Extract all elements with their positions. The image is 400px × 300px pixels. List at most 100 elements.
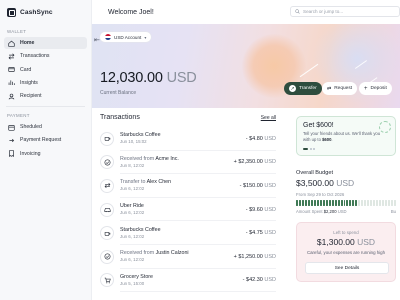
sidebar-item-home[interactable]: Home xyxy=(4,37,87,49)
request-label: Request xyxy=(334,86,353,91)
search-icon xyxy=(295,9,300,14)
transfer-icon: ↗ xyxy=(289,85,296,92)
transaction-name: Acme Inc. xyxy=(155,155,179,162)
transaction-title: Transfer to Alex Chen xyxy=(120,179,240,186)
request-icon xyxy=(8,137,15,144)
us-flag-icon xyxy=(105,34,111,40)
budget-segment-spent xyxy=(310,200,313,206)
welcome-title: Welcome Joel! xyxy=(108,8,154,16)
budget-segment-spent xyxy=(328,200,331,206)
transactions-icon xyxy=(8,53,15,60)
budget-segment-remaining xyxy=(364,200,367,206)
sidebar-item-label: Insights xyxy=(20,79,38,86)
transfer-button[interactable]: ↗ Transfer xyxy=(284,82,322,95)
carousel-dot[interactable] xyxy=(303,148,308,150)
transactions-header: Transactions See all xyxy=(100,114,276,121)
spent-currency: USD xyxy=(337,209,347,214)
transaction-amount-value: - $9.60 xyxy=(245,206,263,213)
transaction-currency: USD xyxy=(264,253,276,260)
budget-segment-spent xyxy=(298,200,301,206)
transaction-currency: USD xyxy=(264,159,276,166)
coffee-icon xyxy=(100,131,114,146)
remaining-label: Bu xyxy=(390,209,396,214)
account-selector[interactable]: USD Account ▾ xyxy=(100,32,152,42)
transaction-name: Starbucks Coffee xyxy=(120,132,161,139)
budget-segment-remaining xyxy=(376,200,379,206)
insights-icon xyxy=(8,79,15,86)
deposit-button[interactable]: + Deposit xyxy=(359,82,392,95)
main-content: Welcome Joel! Search or jump to... USD A… xyxy=(92,0,400,300)
transaction-row[interactable]: Transfer to Alex Chen Jun 6, 12:02- $150.… xyxy=(100,174,276,198)
budget-range: From Sep 29 to Oct 2026 xyxy=(296,192,345,197)
sidebar-item-card[interactable]: Card xyxy=(4,64,87,76)
budget-currency: USD xyxy=(336,178,355,188)
sidebar-item-sheduled[interactable]: Sheduled xyxy=(4,121,87,133)
referral-card[interactable]: Get $600! Tell your friends about us. We… xyxy=(296,116,396,156)
budget-segment-remaining xyxy=(388,200,390,206)
sidebar-item-transactions[interactable]: Transactions xyxy=(4,50,87,62)
sidebar-nav: WALLET Home Transactions Card Insights Recipi… xyxy=(4,23,87,160)
budget-segment-spent xyxy=(343,200,346,206)
account-label: USD Account xyxy=(114,34,142,40)
transaction-row[interactable]: Starbucks Coffee Jun 10, 15:02- $4.80 USD xyxy=(100,127,276,151)
transaction-info: Starbucks Coffee Jun 10, 15:02 xyxy=(120,132,246,145)
transaction-amount-value: - $4.75 xyxy=(245,230,263,237)
request-icon: ⇄ xyxy=(327,85,332,92)
budget-segment-remaining xyxy=(393,200,396,206)
budget-progress-bar xyxy=(296,200,396,206)
transaction-row[interactable]: Starbucks Coffee Jun 6, 12:02- $4.75 USD xyxy=(100,221,276,245)
transaction-info: Received from Justin Calzoni Jun 6, 12:02 xyxy=(120,250,234,263)
transaction-row[interactable]: Received from Acme Inc. Jun 8, 12:02 + $2,… xyxy=(100,151,276,175)
sidebar-item-label: Card xyxy=(20,66,32,73)
sidebar-item-label: Home xyxy=(20,40,35,46)
transaction-date: Jun 8, 12:02 xyxy=(120,162,145,168)
carousel-dot[interactable] xyxy=(309,148,312,150)
request-button[interactable]: ⇄ Request xyxy=(322,82,358,95)
transaction-amount-value: + $1,250.00 xyxy=(233,253,263,260)
see-all-link[interactable]: See all xyxy=(261,115,276,121)
recipient-icon xyxy=(8,93,15,100)
chevron-down-icon: ▾ xyxy=(144,34,147,40)
carousel-dot[interactable] xyxy=(313,148,315,150)
balance-value: 12,030.00 xyxy=(100,70,163,86)
transaction-amount: - $42.30 USD xyxy=(243,277,276,283)
balance-currency: USD xyxy=(166,70,197,86)
transaction-amount-value: - $42.30 xyxy=(242,277,263,284)
sidebar-item-recipient[interactable]: Recipient xyxy=(4,90,87,102)
transactions-list: Starbucks Coffee Jun 10, 15:02- $4.80 USD… xyxy=(100,127,276,293)
transaction-info: Grocery Store Jun 5, 15:00 xyxy=(120,274,243,287)
transaction-prefix: Received from xyxy=(120,155,156,162)
collapse-sidebar-icon[interactable]: ⇤ xyxy=(94,36,100,44)
brand[interactable]: CashSync xyxy=(4,6,87,23)
transaction-amount: - $9.60 USD xyxy=(246,207,276,213)
brand-name: CashSync xyxy=(20,9,53,16)
transaction-row[interactable]: Received from Justin Calzoni Jun 6, 12:02… xyxy=(100,245,276,269)
budget-segment-spent xyxy=(313,200,316,206)
home-icon xyxy=(8,40,15,47)
see-details-button[interactable]: See Details xyxy=(305,262,389,274)
sidebar-item-invoicing[interactable]: Invoicing xyxy=(4,148,87,160)
card-icon xyxy=(8,66,15,73)
budget-value: $3,500.00 xyxy=(296,178,334,188)
transaction-date: Jun 6, 12:02 xyxy=(120,233,145,239)
sidebar-item-label: Payment Request xyxy=(20,137,62,144)
transaction-amount-value: + $2,350.00 xyxy=(233,159,263,166)
transfer-icon xyxy=(100,178,114,193)
transaction-row[interactable]: Uber Ride Jun 6, 12:02- $9.60 USD xyxy=(100,198,276,222)
logo-icon xyxy=(7,8,16,17)
received-icon xyxy=(100,155,114,170)
budget-title: Overall Budget xyxy=(296,170,334,176)
balance-amount: 12,030.00 USD xyxy=(100,70,197,86)
carousel-dots[interactable] xyxy=(303,148,315,150)
transaction-info: Transfer to Alex Chen Jun 6, 12:02 xyxy=(120,179,240,192)
sidebar-item-insights[interactable]: Insights xyxy=(4,77,87,89)
transaction-title: Received from Justin Calzoni xyxy=(120,250,234,257)
sidebar-item-payment-request[interactable]: Payment Request xyxy=(4,134,87,146)
transaction-currency: USD xyxy=(264,230,276,237)
transaction-row[interactable]: Grocery Store Jun 5, 15:00- $42.30 USD xyxy=(100,269,276,293)
search-input[interactable]: Search or jump to... xyxy=(290,6,400,17)
budget-segment-remaining xyxy=(379,200,382,206)
transaction-currency: USD xyxy=(264,182,276,189)
transaction-prefix: Received from xyxy=(120,250,156,257)
topbar: Welcome Joel! Search or jump to... xyxy=(92,0,400,24)
